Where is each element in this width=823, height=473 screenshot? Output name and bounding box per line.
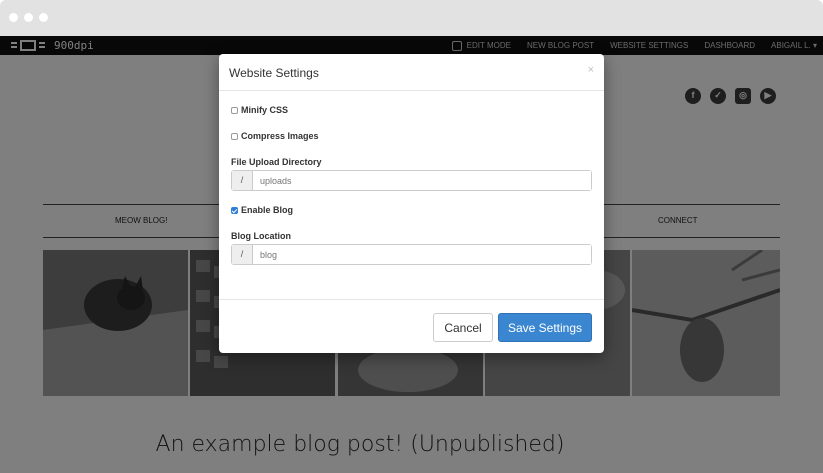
upload-directory-input[interactable] <box>253 171 591 190</box>
upload-directory-prefix: / <box>232 171 253 190</box>
blog-location-label: Blog Location <box>231 231 291 241</box>
page: 900dpi EDIT MODE NEW BLOG POST WEBSITE S… <box>0 36 823 473</box>
modal-title: Website Settings <box>229 66 319 80</box>
minify-css-label: Minify CSS <box>241 105 289 115</box>
modal-header: Website Settings × <box>219 54 604 91</box>
window-close-dot[interactable] <box>9 13 18 22</box>
save-settings-button[interactable]: Save Settings <box>498 313 592 342</box>
browser-chrome <box>0 0 823 36</box>
enable-blog-option[interactable]: Enable Blog <box>231 205 293 215</box>
modal-footer: Cancel Save Settings <box>219 299 604 353</box>
blog-location-prefix: / <box>232 245 253 264</box>
blog-location-group: / <box>231 244 592 265</box>
upload-directory-group: / <box>231 170 592 191</box>
enable-blog-checkbox[interactable] <box>231 206 238 214</box>
minify-css-option[interactable]: Minify CSS <box>231 105 288 115</box>
window-maximize-dot[interactable] <box>39 13 48 22</box>
window-minimize-dot[interactable] <box>24 13 33 22</box>
compress-images-checkbox[interactable] <box>231 132 238 140</box>
enable-blog-label: Enable Blog <box>241 205 294 215</box>
compress-images-label: Compress Images <box>241 131 319 141</box>
website-settings-modal: Website Settings × Minify CSS Compress I… <box>219 54 604 353</box>
compress-images-option[interactable]: Compress Images <box>231 131 319 141</box>
minify-css-checkbox[interactable] <box>231 106 238 114</box>
close-icon[interactable]: × <box>588 64 594 76</box>
cancel-button[interactable]: Cancel <box>433 313 493 342</box>
blog-location-input[interactable] <box>253 245 591 264</box>
upload-directory-label: File Upload Directory <box>231 157 322 167</box>
